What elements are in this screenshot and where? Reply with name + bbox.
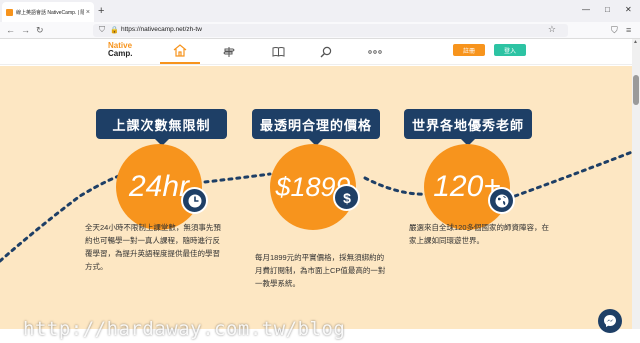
shield-icon[interactable]: ⛉ — [99, 25, 105, 35]
signpost-icon[interactable] — [209, 39, 249, 64]
forward-icon[interactable]: → — [21, 24, 30, 36]
clock-icon — [181, 187, 208, 214]
lock-icon[interactable]: 🔒 — [110, 26, 119, 34]
book-icon[interactable] — [258, 39, 298, 64]
svg-text:$: $ — [343, 190, 351, 206]
features-section: 上課次數無限制 24hr 全天24小時不限制上課堂數，無須事先預約也可暢學一對一… — [0, 66, 632, 329]
logo-line2: Camp. — [108, 49, 133, 58]
browser-nav-bar: ← → ↻ ⛉ 🔒 https://nativecamp.net/zh-tw ☆… — [0, 22, 640, 39]
favicon-icon — [6, 8, 13, 16]
tab-close-button[interactable]: × — [86, 9, 90, 16]
pocket-icon[interactable]: ⛉ — [611, 24, 618, 36]
globe-icon — [488, 187, 515, 214]
feature-banner-unlimited: 上課次數無限制 — [96, 109, 227, 146]
feature-banner-teachers: 世界各地優秀老師 — [404, 109, 532, 146]
browser-tab[interactable]: 線上英語會話 NativeCamp. | 隨 × — [2, 2, 94, 22]
address-bar[interactable]: ⛉ 🔒 https://nativecamp.net/zh-tw ☆ — [93, 24, 568, 37]
scrollbar-thumb[interactable] — [633, 75, 639, 105]
feature-desc-price: 每月1899元的平實價格，採無須綁約的月費訂閱制，為市面上CP值最高的一對一教學… — [255, 253, 386, 288]
nativecamp-logo[interactable]: Native Camp. — [108, 42, 132, 58]
home-icon[interactable] — [160, 39, 200, 64]
register-button[interactable]: 註冊 — [453, 44, 485, 56]
new-tab-button[interactable]: + — [98, 4, 104, 18]
search-icon[interactable] — [306, 39, 346, 64]
browser-tab-bar: 線上英語會話 NativeCamp. | 隨 × + — □ ✕ — [0, 0, 640, 22]
tab-title: 線上英語會話 NativeCamp. | 隨 — [16, 9, 84, 16]
feature-desc-teachers: 嚴選來自全球120多個國家的師資陣容，在家上課如同環遊世界。 — [409, 223, 550, 245]
watermark-text: http://hardaway.com.tw/blog — [23, 318, 346, 340]
dollar-icon: $ — [333, 184, 360, 211]
close-window-button[interactable]: ✕ — [625, 4, 632, 16]
reload-icon[interactable]: ↻ — [36, 24, 44, 36]
minimize-button[interactable]: — — [582, 4, 590, 16]
feature-banner-price: 最透明合理的價格 — [252, 109, 380, 146]
url-text[interactable]: https://nativecamp.net/zh-tw — [121, 26, 202, 33]
login-button[interactable]: 登入 — [494, 44, 526, 56]
back-icon[interactable]: ← — [6, 24, 15, 36]
site-header: Native Camp. 註冊 登入 — [0, 39, 632, 65]
messenger-chat-button[interactable] — [598, 309, 622, 333]
scroll-up-icon[interactable]: ▲ — [633, 39, 638, 45]
bookmark-star-icon[interactable]: ☆ — [548, 24, 556, 35]
maximize-button[interactable]: □ — [605, 4, 610, 16]
more-icon[interactable] — [355, 39, 395, 64]
messenger-icon — [604, 315, 616, 327]
page-scrollbar[interactable]: ▲ — [632, 39, 640, 329]
feature-desc-unlimited: 全天24小時不限制上課堂數，無須事先預約也可暢學一對一真人課程，隨時進行反覆學習… — [85, 223, 221, 271]
menu-icon[interactable]: ≡ — [626, 24, 631, 36]
